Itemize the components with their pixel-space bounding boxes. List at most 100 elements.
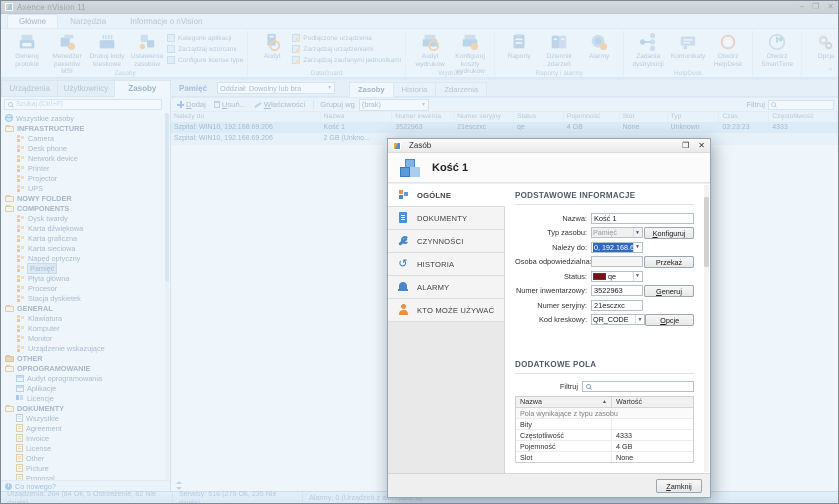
- tree-item-nowy-folder[interactable]: NOWY FOLDER: [1, 193, 164, 203]
- extra-column-warto[interactable]: Wartość: [612, 397, 693, 407]
- ribbon-button-alarmy[interactable]: Alarmy: [579, 31, 619, 62]
- tree-item-components[interactable]: COMPONENTS: [1, 203, 164, 213]
- dialog-nav-dokumenty[interactable]: DOKUMENTY: [388, 207, 504, 230]
- ribbon-small-button-zarz-dzaj-zaufanymi-jednostkami[interactable]: Zarządzaj zaufanymi jednostkami: [292, 55, 401, 65]
- tree-item-dysk-twardy[interactable]: Dysk twardy: [1, 213, 164, 223]
- tree-item-projector[interactable]: Projector: [1, 173, 164, 183]
- ribbon-button-opcje[interactable]: Opcje: [806, 31, 839, 62]
- ribbon-collapse-icon[interactable]: ^: [829, 68, 832, 75]
- tree-item-wszystkie[interactable]: Wszystkie: [1, 413, 164, 423]
- options-button[interactable]: Opcje: [645, 314, 694, 326]
- tree-item-picture[interactable]: Picture: [1, 463, 164, 473]
- module-tab-zasoby[interactable]: Zasoby: [115, 80, 171, 97]
- transfer-button[interactable]: Przekaż: [644, 256, 694, 268]
- tree-item-infrastructure[interactable]: INFRASTRUCTURE: [1, 123, 164, 133]
- column-header-nale-y-do[interactable]: Należy do: [171, 112, 321, 122]
- module-tab-urz-dzenia[interactable]: Urządzenia: [1, 80, 58, 97]
- dialog-nav-historia[interactable]: ↺HISTORIA: [388, 253, 504, 276]
- ribbon-tab-narz-dzia[interactable]: Narzędzia: [58, 14, 118, 28]
- extra-table-row[interactable]: Pojemność4 GB: [516, 441, 693, 452]
- tree-item-ups[interactable]: UPS: [1, 183, 164, 193]
- table-row[interactable]: Szpital: WIN10, 192.168.69.206Kość 13522…: [171, 123, 838, 134]
- tree-scrollbar[interactable]: [165, 113, 169, 480]
- filter-input[interactable]: [768, 100, 834, 110]
- tree-item-dokumenty[interactable]: DOKUMENTY: [1, 403, 164, 413]
- tree-item-stacja-dyskietek[interactable]: Stacja dyskietek: [1, 293, 164, 303]
- tree-item-komputer[interactable]: Komputer: [1, 323, 164, 333]
- tree-item-monitor[interactable]: Monitor: [1, 333, 164, 343]
- extra-filter-input[interactable]: [582, 381, 694, 392]
- view-tab-zdarzenia[interactable]: Zdarzenia: [436, 82, 487, 97]
- tree-item-proposal[interactable]: Proposal: [1, 473, 164, 480]
- tree-item-invoice[interactable]: Invoice: [1, 433, 164, 443]
- branch-select[interactable]: Oddział: Dowolny lub bra ▼: [217, 82, 335, 94]
- ribbon-small-button-kategorie-aplikacji[interactable]: Kategorie aplikacji: [167, 33, 243, 43]
- column-header-pojemno[interactable]: Pojemność: [564, 112, 620, 122]
- dialog-nav-alarmy[interactable]: ALARMY: [388, 276, 504, 299]
- column-header-czas[interactable]: Czas: [719, 112, 769, 122]
- tree-item-urz-dzenie-wskazuj-ce[interactable]: Urządzenie wskazujące: [1, 343, 164, 353]
- ribbon-button-audyt-wydruk-w[interactable]: Audyt wydruków: [410, 31, 450, 69]
- ribbon-small-button-pod-czone-urz-dzenia[interactable]: Podłączone urządzenia: [292, 33, 401, 43]
- tree-item-printer[interactable]: Printer: [1, 163, 164, 173]
- dialog-nav-kto-mo-e-u-ywa[interactable]: KTO MOŻE UŻYWAĆ: [388, 299, 504, 322]
- tree-item-license[interactable]: License: [1, 443, 164, 453]
- ribbon-small-button-zarz-dzaj-urz-dzeniami[interactable]: Zarządzaj urządzeniami: [292, 44, 401, 54]
- generate-button[interactable]: Generuj: [644, 285, 694, 297]
- column-header-nazwa[interactable]: Nazwa: [321, 112, 393, 122]
- ribbon-button-otw-rz-helpdesk[interactable]: Otwórz HelpDesk: [708, 31, 748, 69]
- serial-input[interactable]: [591, 300, 643, 311]
- ribbon-button-drukuj-kody-kreskowe[interactable]: Drukuj kody kreskowe: [87, 31, 127, 69]
- ribbon-button-dziennik-zdarze[interactable]: Dziennik zdarzeń: [539, 31, 579, 69]
- status-select[interactable]: qe ▼: [591, 271, 643, 282]
- column-header-cz-stotliwo[interactable]: Częstotliwość: [769, 112, 838, 122]
- ribbon-button-audyt[interactable]: Audyt: [252, 31, 292, 62]
- ribbon-button-zadania-dystrybucji[interactable]: Zadania dystrybucji: [628, 31, 668, 69]
- ribbon-tab-g-wne[interactable]: Główne: [7, 14, 58, 28]
- belongs-select[interactable]: 0, 192.168.69.206 ▼: [591, 242, 643, 253]
- minimize-button[interactable]: –: [800, 3, 804, 11]
- properties-button[interactable]: Właściwości: [252, 100, 307, 109]
- tree-item-other[interactable]: Other: [1, 453, 164, 463]
- close-button[interactable]: ✕: [827, 3, 834, 11]
- ribbon-button-generuj-protok[interactable]: Generuj protokół: [7, 31, 47, 69]
- name-input[interactable]: [591, 213, 694, 224]
- extra-table-row[interactable]: SlotNone: [516, 452, 693, 463]
- column-header-typ[interactable]: Typ: [668, 112, 720, 122]
- dialog-nav-og-lne[interactable]: OGÓLNE: [388, 184, 505, 207]
- column-header-slot[interactable]: Slot: [620, 112, 668, 122]
- dialog-scrollbar[interactable]: [704, 185, 709, 472]
- tree-item-procesor[interactable]: Procesor: [1, 283, 164, 293]
- dialog-close-button[interactable]: ✕: [698, 142, 705, 150]
- tree-item-p-yta-g-wna[interactable]: Płyta główna: [1, 273, 164, 283]
- ribbon-small-button-configure-license-type[interactable]: Configure license type: [167, 55, 243, 65]
- tree-item-karta-graficzna[interactable]: Karta graficzna: [1, 233, 164, 243]
- add-button[interactable]: Dodaj: [175, 100, 208, 109]
- module-tab-u-ytkownicy[interactable]: Użytkownicy: [58, 80, 114, 97]
- tree-item-other[interactable]: OTHER: [1, 353, 164, 363]
- tree-item-pami[interactable]: Pamięć: [1, 263, 164, 273]
- ribbon-small-button-zarz-dzaj-wzorcami[interactable]: Zarządzaj wzorcami: [167, 44, 243, 54]
- tree-item-desk-phone[interactable]: Desk phone: [1, 143, 164, 153]
- barcode-select[interactable]: QR_CODE ▼: [591, 314, 645, 325]
- ribbon-button-ustawienia-zasob-w[interactable]: Ustawienia zasobów: [127, 31, 167, 69]
- group-by-select[interactable]: (brak) ▼: [359, 99, 429, 111]
- tree-item-oprogramowanie[interactable]: OPROGRAMOWANIE: [1, 363, 164, 373]
- column-header-status[interactable]: Status: [514, 112, 564, 122]
- ribbon-tab-informacje-o-nvision[interactable]: Informacje o nVision: [118, 14, 214, 28]
- column-header-numer-inwenta[interactable]: Numer inwenta: [392, 112, 454, 122]
- extra-column-nazwa[interactable]: Nazwa▲: [516, 397, 612, 407]
- tree-item-karta-sieciowa[interactable]: Karta sieciowa: [1, 243, 164, 253]
- inventory-input[interactable]: [591, 285, 643, 296]
- ribbon-button-komunikaty[interactable]: Komunikaty: [668, 31, 708, 62]
- view-tab-historia[interactable]: Historia: [394, 82, 437, 97]
- column-header-numer-seryjny[interactable]: Numer seryjny: [454, 112, 514, 122]
- sidebar-search-input[interactable]: Szukaj (Ctrl+F): [4, 99, 162, 110]
- tree-item-klawiatura[interactable]: Klawiatura: [1, 313, 164, 323]
- tree-item-audyt-oprogramowania[interactable]: Audyt oprogramowania: [1, 373, 164, 383]
- maximize-button[interactable]: ❐: [812, 3, 819, 11]
- dialog-nav-czynno-ci[interactable]: CZYNNOŚCI: [388, 230, 504, 253]
- tree-item-aplikacje[interactable]: Aplikacje: [1, 383, 164, 393]
- tree-item-general[interactable]: GENERAL: [1, 303, 164, 313]
- tree-item-nap-d-optyczny[interactable]: Napęd optyczny: [1, 253, 164, 263]
